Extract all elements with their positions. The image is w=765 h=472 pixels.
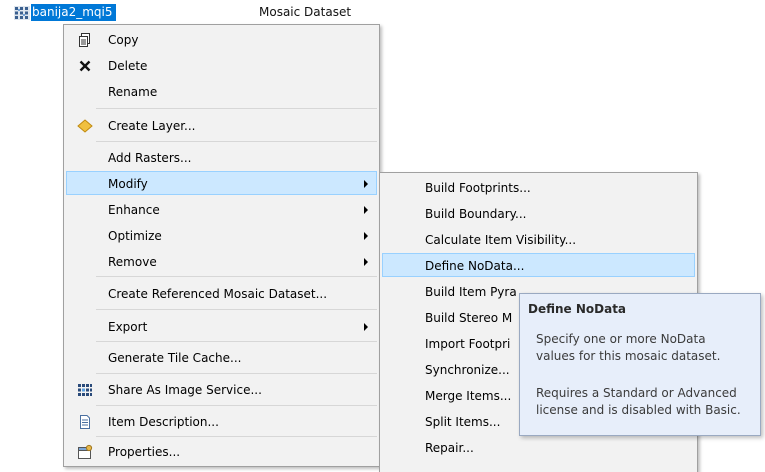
menu-separator — [96, 108, 377, 109]
menu-separator — [96, 309, 377, 310]
tooltip-line: Requires a Standard or Advanced — [536, 386, 737, 400]
menu-separator — [96, 405, 377, 406]
tooltip-title: Define NoData — [528, 302, 627, 316]
delete-x-icon — [77, 58, 93, 74]
tooltip-line: Specify one or more NoData — [536, 332, 706, 346]
delete-menu-item[interactable]: Delete — [66, 53, 377, 77]
properties-icon — [77, 444, 93, 460]
context-menu: Copy Delete Rename Create Layer... Add R… — [63, 24, 380, 467]
add-rasters-menu-item[interactable]: Add Rasters... — [66, 145, 377, 169]
menu-separator — [96, 436, 377, 437]
export-menu-item[interactable]: Export — [66, 314, 377, 338]
repair-menu-item[interactable]: Repair... — [382, 435, 695, 459]
submenu-arrow-icon — [364, 323, 368, 331]
copy-icon — [77, 32, 93, 48]
define-nodata-tooltip: Define NoData Specify one or more NoData… — [519, 293, 761, 436]
dataset-name[interactable]: banija2_mqi5 — [31, 4, 116, 21]
create-referenced-mosaic-menu-item[interactable]: Create Referenced Mosaic Dataset... — [66, 281, 377, 305]
menu-separator — [96, 276, 377, 277]
menu-separator — [96, 141, 377, 142]
dataset-type: Mosaic Dataset — [259, 5, 352, 19]
create-layer-menu-item[interactable]: Create Layer... — [66, 113, 377, 137]
catalog-row[interactable]: banija2_mqi5 Mosaic Dataset — [0, 0, 765, 21]
submenu-arrow-icon — [364, 258, 368, 266]
submenu-arrow-icon — [364, 232, 368, 240]
image-service-icon — [77, 382, 93, 398]
rename-menu-item[interactable]: Rename — [66, 79, 377, 103]
menu-separator — [96, 341, 377, 342]
menu-separator — [96, 373, 377, 374]
generate-tile-cache-menu-item[interactable]: Generate Tile Cache... — [66, 345, 377, 369]
remove-menu-item[interactable]: Remove — [66, 249, 377, 273]
submenu-arrow-icon — [364, 206, 368, 214]
layer-diamond-icon — [77, 118, 93, 134]
optimize-menu-item[interactable]: Optimize — [66, 223, 377, 247]
build-footprints-menu-item[interactable]: Build Footprints... — [382, 175, 695, 199]
tooltip-line: license and is disabled with Basic. — [536, 403, 741, 417]
enhance-menu-item[interactable]: Enhance — [66, 197, 377, 221]
item-description-menu-item[interactable]: Item Description... — [66, 409, 377, 433]
properties-menu-item[interactable]: Properties... — [66, 439, 377, 463]
calculate-item-visibility-menu-item[interactable]: Calculate Item Visibility... — [382, 227, 695, 251]
copy-menu-item[interactable]: Copy — [66, 27, 377, 51]
tooltip-line: values for this mosaic dataset. — [536, 349, 721, 363]
build-boundary-menu-item[interactable]: Build Boundary... — [382, 201, 695, 225]
share-image-service-menu-item[interactable]: Share As Image Service... — [66, 377, 377, 401]
mosaic-dataset-icon — [14, 6, 30, 20]
define-nodata-menu-item[interactable]: Define NoData... — [382, 253, 695, 277]
document-description-icon — [77, 414, 93, 430]
modify-menu-item[interactable]: Modify — [66, 171, 377, 195]
submenu-arrow-icon — [364, 180, 368, 188]
